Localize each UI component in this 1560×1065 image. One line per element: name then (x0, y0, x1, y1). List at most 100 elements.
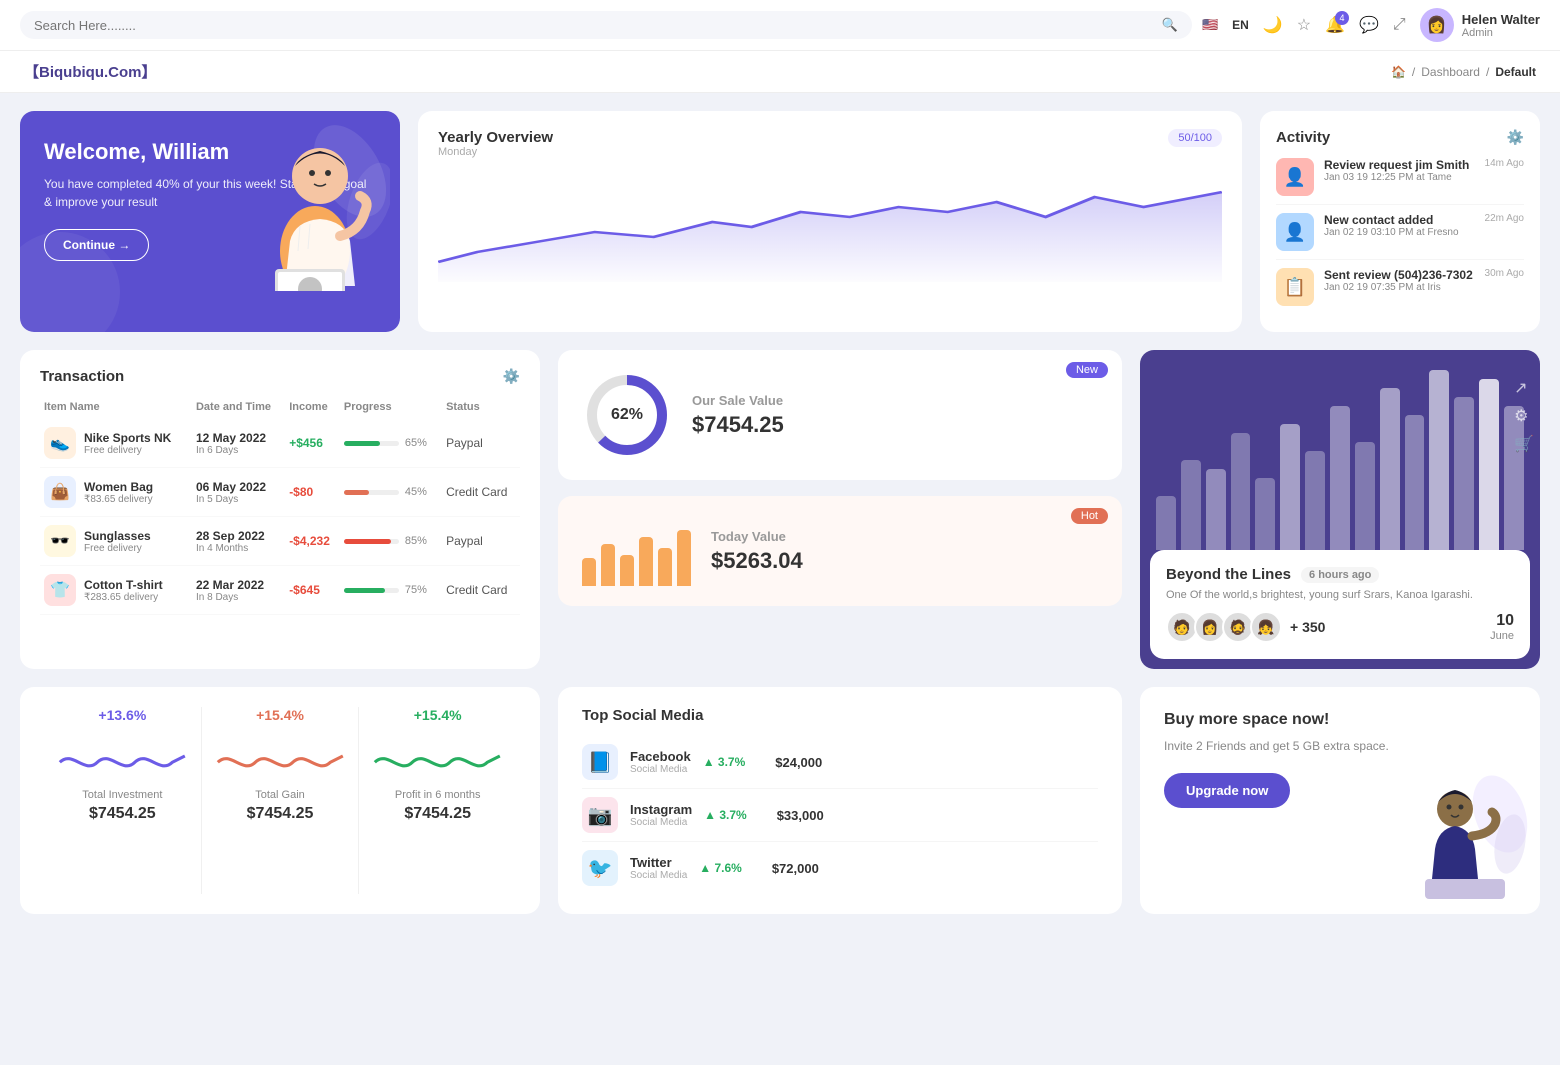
progress-wrap-1: 45% (344, 486, 438, 498)
expand-icon[interactable]: ⤢ (1393, 16, 1406, 34)
social-icon-0: 📘 (582, 744, 618, 780)
b-bar (1405, 415, 1425, 550)
income-2: -$4,232 (285, 517, 340, 566)
bar5 (658, 548, 672, 587)
breadcrumb-path2: Default (1495, 65, 1536, 79)
bell-icon[interactable]: 🔔 4 (1325, 15, 1345, 35)
nav-icons: 🇺🇸 EN 🌙 ☆ 🔔 4 💬 ⤢ 👩 Helen Walter Admin (1202, 8, 1540, 42)
progress-wrap-3: 75% (344, 584, 438, 596)
row3: +13.6% Total Investment $7454.25 +15.4% … (20, 687, 1540, 914)
b-bar (1479, 379, 1499, 550)
today-value-title: Today Value (711, 529, 803, 544)
item-info-0: Nike Sports NK Free delivery (84, 431, 171, 456)
item-name-3: Cotton T-shirt (84, 578, 163, 592)
today-value-amount: $5263.04 (711, 548, 803, 574)
stat-pct-3: +15.4% (414, 707, 462, 723)
sale-value-info: Our Sale Value $7454.25 (692, 393, 784, 438)
social-growth-0: ▲ 3.7% (703, 755, 746, 769)
stat-label-3: Profit in 6 months (395, 789, 481, 801)
stat-value-2: $7454.25 (247, 805, 314, 823)
avatar4: 👧 (1250, 611, 1282, 643)
beyond-cart-icon[interactable]: 🛒 (1514, 434, 1534, 454)
upgrade-illustration (1400, 774, 1530, 904)
transaction-settings-icon[interactable]: ⚙️ (503, 368, 520, 385)
social-emoji-0: 📘 (588, 750, 613, 775)
beyond-share-icon[interactable]: ↗ (1514, 378, 1534, 398)
activity-sub-1: Jan 02 19 03:10 PM at Fresno (1324, 227, 1475, 238)
beyond-count: + 350 (1290, 619, 1325, 635)
progress-wrap-2: 85% (344, 535, 438, 547)
topnav: 🔍 🇺🇸 EN 🌙 ☆ 🔔 4 💬 ⤢ 👩 Helen Walter Admin (0, 0, 1560, 51)
activity-item-0: 👤 Review request jim Smith Jan 03 19 12:… (1276, 150, 1524, 205)
beyond-title-row: Beyond the Lines 6 hours ago (1166, 566, 1514, 583)
bar3 (620, 555, 634, 587)
b-bar (1280, 424, 1300, 550)
social-emoji-2: 🐦 (588, 856, 613, 881)
social-name-0: Facebook (630, 749, 691, 764)
item-name-1: Women Bag (84, 480, 153, 494)
upgrade-button[interactable]: Upgrade now (1164, 773, 1290, 808)
item-cell-3: 👕 Cotton T-shirt ₹283.65 delivery (44, 574, 188, 606)
social-sub-0: Social Media (630, 764, 691, 775)
item-icon-3: 👕 (44, 574, 76, 606)
user-name: Helen Walter (1462, 12, 1540, 27)
social-item-1: 📷 Instagram Social Media ▲ 3.7% $33,000 (582, 789, 1098, 842)
chat-icon[interactable]: 💬 (1359, 15, 1379, 35)
star-icon[interactable]: ☆ (1297, 15, 1311, 35)
beyond-chart: ↗ ⚙ 🛒 (1140, 350, 1540, 550)
activity-settings-icon[interactable]: ⚙️ (1507, 129, 1524, 146)
new-badge: New (1066, 362, 1108, 378)
status-3: Credit Card (442, 566, 520, 615)
user-info[interactable]: 👩 Helen Walter Admin (1420, 8, 1540, 42)
col-item: Item Name (40, 395, 192, 419)
b-bar (1429, 370, 1449, 550)
progress-bg-0 (344, 441, 399, 446)
progress-cell-0: 65% (340, 419, 442, 468)
breadcrumb-path1[interactable]: Dashboard (1421, 65, 1480, 79)
social-item-0: 📘 Facebook Social Media ▲ 3.7% $24,000 (582, 736, 1098, 789)
search-input[interactable] (34, 18, 1154, 33)
yearly-title-group: Yearly Overview Monday (438, 129, 553, 168)
social-emoji-1: 📷 (588, 803, 613, 828)
activity-header: Activity ⚙️ (1276, 129, 1524, 146)
home-icon[interactable]: 🏠 (1391, 65, 1406, 79)
social-item-2: 🐦 Twitter Social Media ▲ 7.6% $72,000 (582, 842, 1098, 894)
date-3: 22 Mar 2022 (196, 578, 281, 592)
date-cell-3: 22 Mar 2022 In 8 Days (192, 566, 285, 615)
social-sub-1: Social Media (630, 817, 692, 828)
search-bar[interactable]: 🔍 (20, 11, 1192, 39)
activity-card: Activity ⚙️ 👤 Review request jim Smith J… (1260, 111, 1540, 332)
stat-value-3: $7454.25 (404, 805, 471, 823)
activity-title-1: New contact added (1324, 213, 1475, 227)
activity-list: 👤 Review request jim Smith Jan 03 19 12:… (1276, 150, 1524, 314)
activity-time-0: 14m Ago (1485, 158, 1524, 169)
bell-badge: 4 (1335, 11, 1349, 25)
sale-value-card: 62% Our Sale Value $7454.25 New (558, 350, 1122, 480)
lang-label[interactable]: EN (1232, 18, 1249, 32)
moon-icon[interactable]: 🌙 (1263, 15, 1283, 35)
upgrade-title: Buy more space now! (1164, 711, 1516, 729)
wave-chart-2 (212, 731, 349, 781)
stat-label-1: Total Investment (82, 789, 162, 801)
bar6 (677, 530, 691, 586)
mini-bar-chart (582, 516, 691, 586)
main-content: Welcome, William You have completed 40% … (0, 93, 1560, 932)
status-1: Credit Card (442, 468, 520, 517)
activity-title-2: Sent review (504)236-7302 (1324, 268, 1475, 282)
activity-item-1: 👤 New contact added Jan 02 19 03:10 PM a… (1276, 205, 1524, 260)
item-name-0: Nike Sports NK (84, 431, 171, 445)
item-icon-1: 👜 (44, 476, 76, 508)
social-name-1: Instagram (630, 802, 692, 817)
activity-info-0: Review request jim Smith Jan 03 19 12:25… (1324, 158, 1475, 183)
activity-sub-0: Jan 03 19 12:25 PM at Tame (1324, 172, 1475, 183)
transaction-table: Item Name Date and Time Income Progress … (40, 395, 520, 615)
b-bar (1380, 388, 1400, 550)
beyond-time: 6 hours ago (1301, 567, 1379, 583)
item-icon-0: 👟 (44, 427, 76, 459)
income-1: -$80 (285, 468, 340, 517)
row2: Transaction ⚙️ Item Name Date and Time I… (20, 350, 1540, 669)
bar2 (601, 544, 615, 586)
col-progress: Progress (340, 395, 442, 419)
beyond-settings-icon[interactable]: ⚙ (1514, 406, 1534, 426)
activity-thumb-2: 📋 (1276, 268, 1314, 306)
